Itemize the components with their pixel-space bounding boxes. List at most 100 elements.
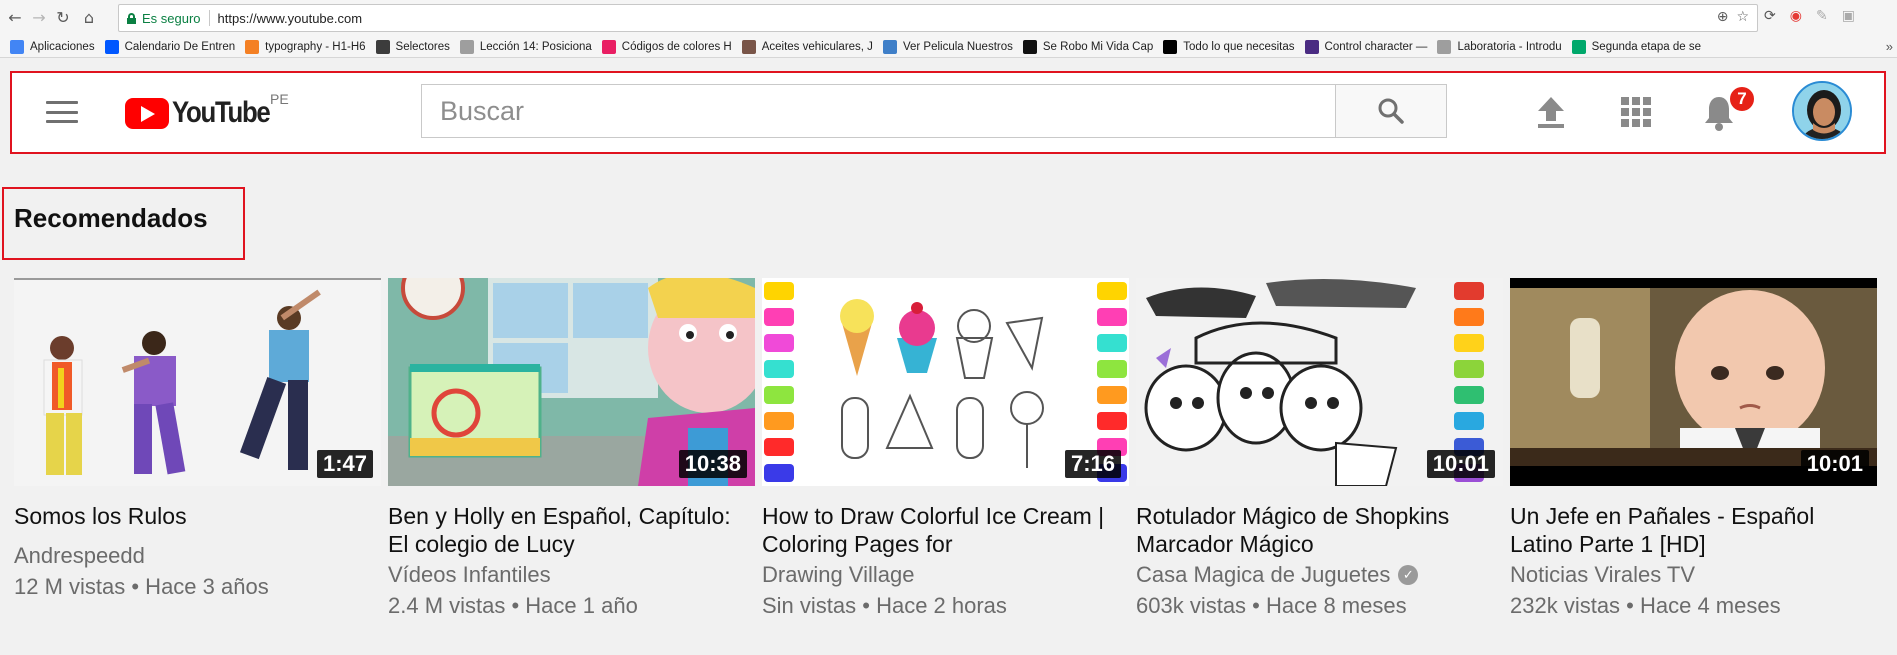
zoom-icon[interactable]: ⊕ [1717,9,1729,25]
bookmark-item[interactable]: Se Robo Mi Vida Cap [1022,39,1154,54]
video-thumbnail[interactable]: 7:16 [762,278,1129,486]
bookmark-item[interactable]: Laboratoria - Introdu [1437,39,1562,54]
search-box [421,84,1336,138]
channel-name[interactable]: Andrespeedd [14,543,145,569]
notification-count-badge[interactable]: 7 [1728,85,1756,113]
video-card[interactable]: 10:01 Rotulador Mágico de Shopkins Marca… [1136,278,1503,619]
bookmark-item[interactable]: Aplicaciones [10,39,95,54]
bookmark-item[interactable]: Selectores [375,39,450,54]
video-duration: 10:01 [1800,450,1869,478]
forward-icon[interactable]: → [28,6,50,28]
video-meta: Sin vistas • Hace 2 horas [762,593,1007,618]
country-code: PE [270,91,289,107]
video-title[interactable]: Un Jefe en Pañales - Español Latino Part… [1510,502,1877,558]
extension-sync-icon[interactable]: ⟳ [1764,8,1776,24]
video-channel[interactable]: Casa Magica de Juguetes ✓ [1136,562,1503,588]
bookmark-item[interactable]: Calendario De Entren [104,39,236,54]
secure-label: Es seguro [142,10,201,26]
video-duration: 10:01 [1426,450,1495,478]
bookmark-favicon-icon [459,39,474,54]
video-title[interactable]: Rotulador Mágico de Shopkins Marcador Má… [1136,502,1503,558]
video-channel[interactable]: Vídeos Infantiles [388,562,755,588]
extension-pen-icon[interactable]: ✎ [1816,8,1828,24]
video-title[interactable]: Ben y Holly en Español, Capítulo: El col… [388,502,755,558]
bookmark-item[interactable]: Códigos de colores H [601,39,732,54]
channel-name[interactable]: Noticias Virales TV [1510,562,1695,588]
bookmark-item[interactable]: Lección 14: Posiciona [459,39,592,54]
verified-badge-icon: ✓ [1398,565,1419,585]
bookmark-favicon-icon [741,39,756,54]
video-channel[interactable]: Drawing Village [762,562,1129,588]
bookmark-favicon-icon [1571,39,1586,54]
video-channel[interactable]: Andrespeedd [14,543,381,569]
search-input[interactable] [422,85,1335,137]
bookmark-favicon-icon [245,39,260,54]
bookmark-favicon-icon [1304,39,1319,54]
video-thumbnail[interactable]: 10:38 [388,278,755,486]
bookmark-item[interactable]: Control character — [1304,39,1428,54]
extension-camera-icon[interactable]: ▣ [1842,8,1855,24]
bookmark-item[interactable]: Todo lo que necesitas [1163,39,1295,54]
bookmark-item[interactable]: Segunda etapa de se [1571,39,1701,54]
bookmark-label: Códigos de colores H [621,40,732,53]
bookmark-item[interactable]: Ver Pelicula Nuestros [882,39,1013,54]
back-icon[interactable]: ← [4,6,26,28]
video-card[interactable]: 1:47 Somos los Rulos Andrespeedd 12 M vi… [14,278,381,619]
bookmark-favicon-icon [104,39,119,54]
video-title[interactable]: How to Draw Colorful Ice Cream | Colorin… [762,502,1129,558]
search-icon [1378,98,1404,124]
reload-icon[interactable]: ↻ [52,6,74,28]
extension-color-icon[interactable]: ◉ [1790,8,1802,24]
bookmark-star-icon[interactable]: ☆ [1736,9,1749,25]
home-icon[interactable]: ⌂ [78,6,100,28]
bookmark-label: Ver Pelicula Nuestros [902,40,1013,53]
youtube-logo[interactable]: YouTube [125,96,285,130]
bookmark-favicon-icon [601,39,616,54]
bookmark-item[interactable]: Aceites vehiculares, J [741,39,873,54]
video-duration: 1:47 [316,450,373,478]
bookmark-favicon-icon [375,39,390,54]
video-card[interactable]: 10:01 Un Jefe en Pañales - Español Latin… [1510,278,1877,619]
video-channel[interactable]: Noticias Virales TV [1510,562,1877,588]
lock-icon [127,12,136,24]
video-thumbnail[interactable]: 1:47 [14,278,381,486]
bookmark-label: Control character — [1324,40,1428,53]
video-title[interactable]: Somos los Rulos [14,502,381,530]
bookmarks-bar: Aplicaciones Calendario De Entren typograp… [0,36,1897,58]
logo-text: YouTube [172,96,271,129]
bookmark-label: Se Robo Mi Vida Cap [1042,40,1154,53]
play-logo-icon [125,97,169,129]
bookmarks-overflow-icon[interactable]: » [1886,39,1893,54]
url-text[interactable]: https://www.youtube.com [218,11,363,26]
video-thumbnail[interactable]: 10:01 [1510,278,1877,486]
bookmark-item[interactable]: typography - H1-H6 [245,39,366,54]
video-card[interactable]: 10:38 Ben y Holly en Español, Capítulo: … [388,278,755,619]
video-meta: 2.4 M vistas • Hace 1 año [388,593,638,618]
channel-name[interactable]: Drawing Village [762,562,914,588]
video-thumbnail[interactable]: 10:01 [1136,278,1503,486]
masthead: YouTube PE 7 [10,71,1886,154]
bookmark-favicon-icon [1437,39,1452,54]
channel-name[interactable]: Vídeos Infantiles [388,562,551,588]
bookmark-label: Aplicaciones [30,40,95,53]
video-grid: 1:47 Somos los Rulos Andrespeedd 12 M vi… [14,278,1877,619]
browser-toolbar: ← → ↻ ⌂ Es seguro https://www.youtube.co… [0,0,1897,36]
video-meta: 603k vistas • Hace 8 meses [1136,593,1407,618]
menu-icon[interactable] [46,101,78,123]
address-divider [208,10,210,26]
bookmark-label: typography - H1-H6 [265,40,366,53]
apps-grid-icon[interactable] [1621,97,1651,127]
bookmark-favicon-icon [1022,39,1037,54]
upload-icon[interactable] [1536,95,1566,129]
bookmark-favicon-icon [882,39,897,54]
avatar[interactable] [1792,81,1852,141]
search-button[interactable] [1335,84,1447,138]
bookmark-label: Todo lo que necesitas [1183,40,1295,53]
bookmark-label: Calendario De Entren [124,40,236,53]
video-meta: 232k vistas • Hace 4 meses [1510,593,1781,618]
channel-name[interactable]: Casa Magica de Juguetes [1136,562,1390,588]
bookmark-label: Segunda etapa de se [1591,40,1701,53]
address-bar[interactable]: Es seguro https://www.youtube.com ⊕ ☆ [118,4,1758,32]
video-card[interactable]: 7:16 How to Draw Colorful Ice Cream | Co… [762,278,1129,619]
apps-icon [10,39,24,54]
